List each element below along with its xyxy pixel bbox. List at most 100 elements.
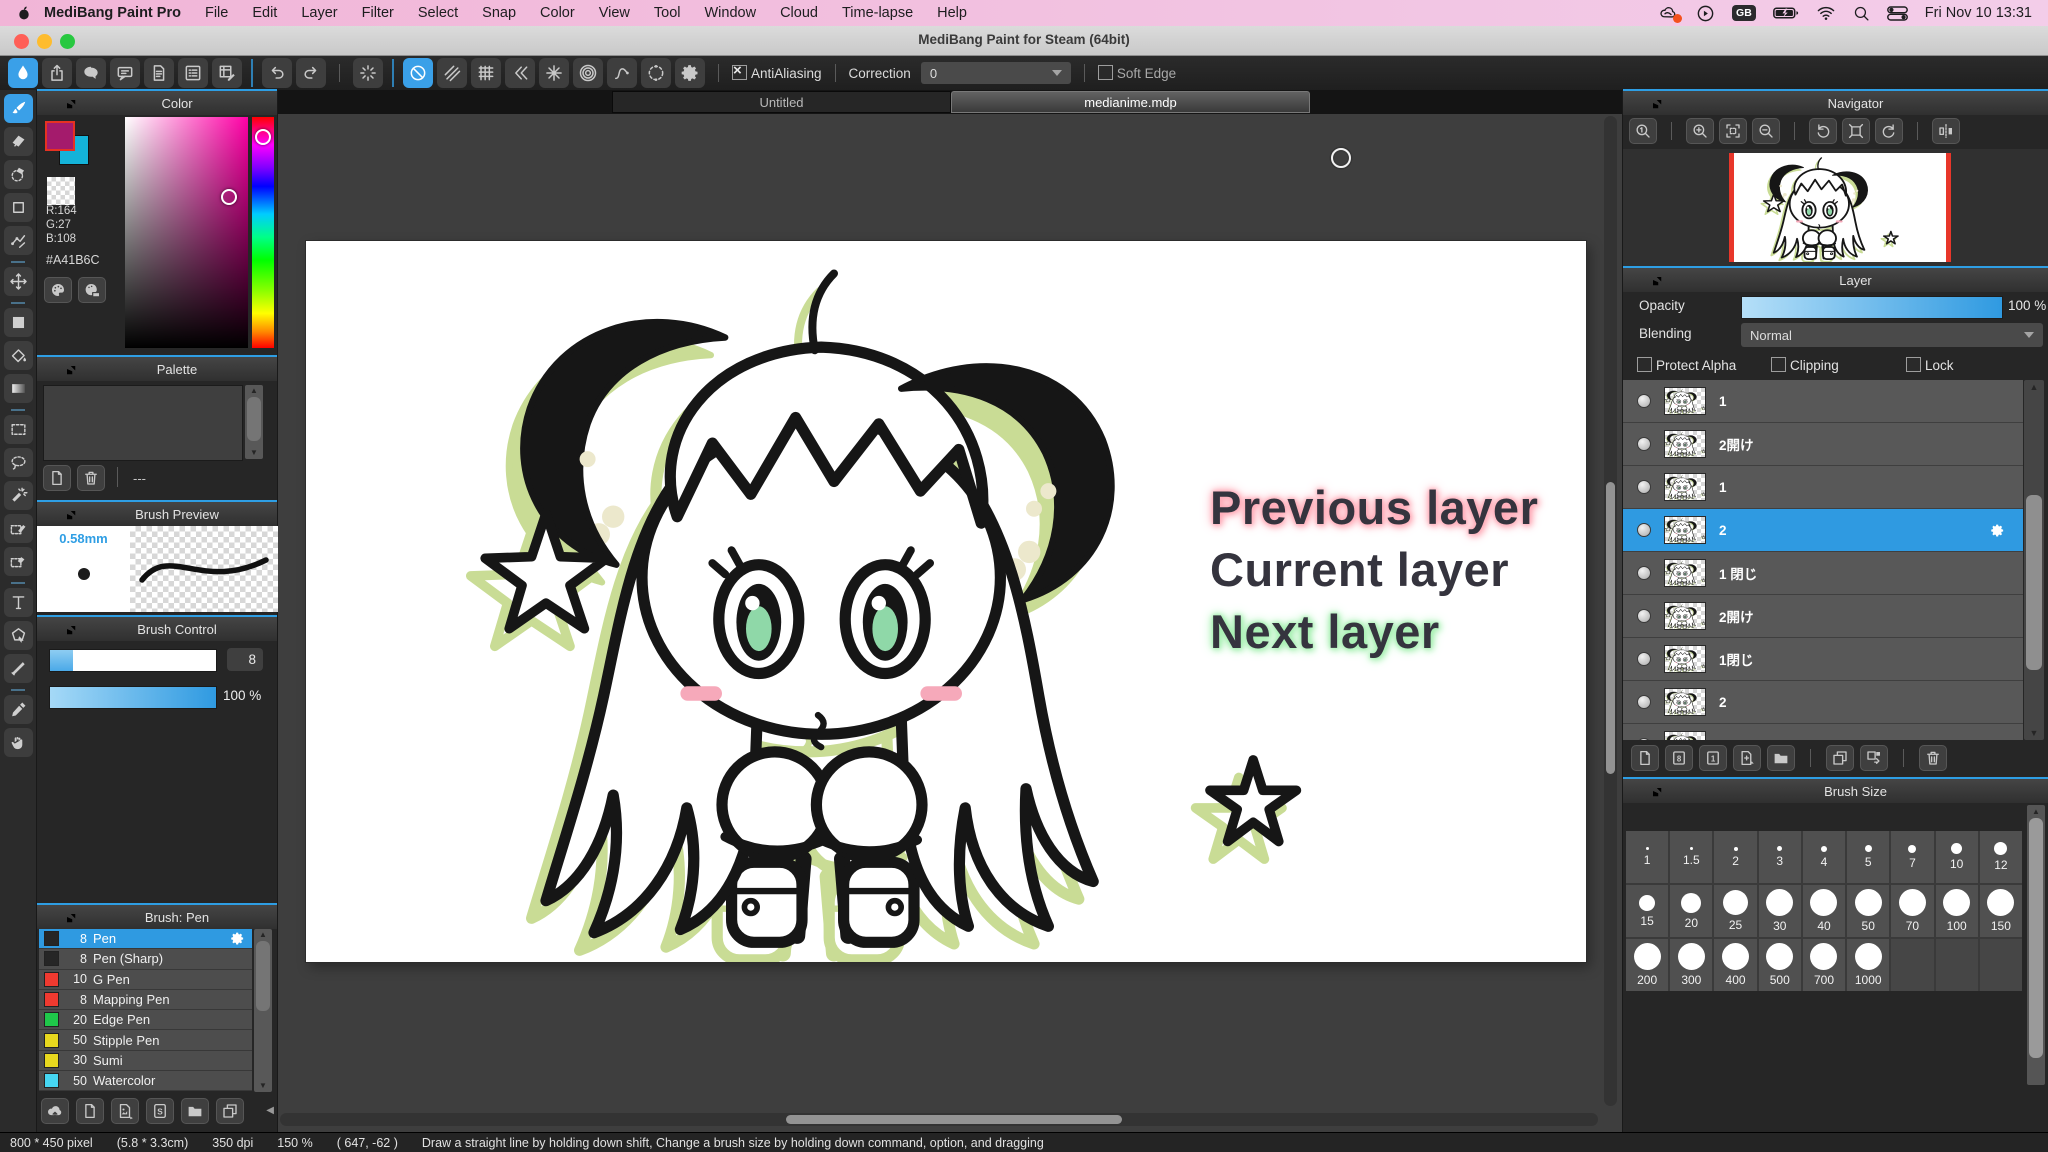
layer-settings-gear-icon[interactable] <box>1990 523 2005 538</box>
hue-slider[interactable] <box>252 117 274 348</box>
smudge-tool[interactable] <box>4 160 33 189</box>
chat-button[interactable] <box>76 58 106 88</box>
layer-row[interactable]: 1 <box>1623 380 2023 423</box>
close-icon[interactable] <box>44 363 56 375</box>
keyboard-layout-badge[interactable]: GB <box>1732 5 1756 21</box>
layer-row[interactable]: 1 閉じ <box>1623 552 2023 595</box>
fill-rect-tool[interactable] <box>4 308 33 337</box>
popout-icon[interactable] <box>64 508 76 520</box>
layer-visibility-dot[interactable] <box>1637 394 1651 408</box>
zoom-in-button[interactable] <box>1686 118 1714 144</box>
layer-8bit-button[interactable]: 8 <box>1665 745 1693 771</box>
brush-size-option[interactable]: 1.5 <box>1670 831 1712 883</box>
popout-icon[interactable] <box>1650 274 1662 286</box>
select-pen-tool[interactable] <box>4 514 33 543</box>
menu-item-time-lapse[interactable]: Time-lapse <box>830 5 925 21</box>
brush-settings-gear-icon[interactable] <box>230 931 245 946</box>
brush-size-option[interactable]: 1 <box>1626 831 1668 883</box>
brush-size-option[interactable]: 300 <box>1670 939 1712 991</box>
layer-opacity-slider[interactable] <box>1741 296 2003 319</box>
layer-visibility-dot[interactable] <box>1637 480 1651 494</box>
clipping-toggle[interactable]: Clipping <box>1771 357 1839 373</box>
layer-row[interactable]: 2 <box>1623 509 2023 552</box>
transparent-swatch[interactable] <box>47 177 75 205</box>
brush-size-option[interactable]: 400 <box>1714 939 1756 991</box>
antialiasing-toggle[interactable]: AntiAliasing <box>732 65 822 81</box>
popout-icon[interactable] <box>64 623 76 635</box>
close-icon[interactable] <box>1630 274 1642 286</box>
brush-row[interactable]: 20 Edge Pen <box>39 1010 252 1030</box>
lock-toggle[interactable]: Lock <box>1906 357 1954 373</box>
divide-tool[interactable] <box>4 654 33 683</box>
rotate-right-button[interactable] <box>1875 118 1903 144</box>
document-canvas[interactable]: Previous layer Current layer Next layer <box>306 241 1586 962</box>
snap-settings-button[interactable] <box>675 58 705 88</box>
new-layer-button[interactable] <box>1631 745 1659 771</box>
document-list-button[interactable] <box>178 58 208 88</box>
brush-size-option[interactable]: 700 <box>1803 939 1845 991</box>
blending-dropdown[interactable]: Normal <box>1741 323 2043 347</box>
brush-size-option[interactable]: 50 <box>1847 885 1889 937</box>
layer-list-scrollbar[interactable]: ▲ ▼ <box>2024 380 2044 740</box>
menu-item-color[interactable]: Color <box>528 5 587 21</box>
brush-size-option[interactable]: 20 <box>1670 885 1712 937</box>
brush-size-option[interactable]: 3 <box>1759 831 1801 883</box>
share-button[interactable] <box>42 58 72 88</box>
popout-icon[interactable] <box>1650 785 1662 797</box>
wifi-icon[interactable] <box>1816 5 1836 21</box>
brush-size-option[interactable]: 10 <box>1936 831 1978 883</box>
document-tab-1[interactable]: Untitled <box>612 91 951 113</box>
droplet-button[interactable] <box>8 58 38 88</box>
brush-size-option[interactable]: 100 <box>1936 885 1978 937</box>
undo-button[interactable] <box>262 58 292 88</box>
menu-item-window[interactable]: Window <box>692 5 768 21</box>
layer-visibility-dot[interactable] <box>1637 609 1651 623</box>
layer-row[interactable]: 2開け <box>1623 423 2023 466</box>
brush-opacity-slider[interactable] <box>49 686 217 709</box>
brush-size-option[interactable]: 40 <box>1803 885 1845 937</box>
battery-icon[interactable] <box>1773 6 1799 20</box>
layer-visibility-dot[interactable] <box>1637 566 1651 580</box>
brush-size-option[interactable]: 500 <box>1759 939 1801 991</box>
snap-parallel-button[interactable] <box>437 58 467 88</box>
add-layer-button[interactable] <box>1733 745 1761 771</box>
layer-1bit-button[interactable]: 1 <box>1699 745 1727 771</box>
menu-item-medibang-paint-pro[interactable]: MediBang Paint Pro <box>32 5 193 21</box>
window-title-bar[interactable]: MediBang Paint for Steam (64bit) <box>0 26 2048 56</box>
text-tool[interactable] <box>4 588 33 617</box>
layer-row[interactable]: 1 <box>1623 466 2023 509</box>
popout-icon[interactable] <box>64 911 76 923</box>
brush-size-option[interactable]: 25 <box>1714 885 1756 937</box>
shape-brush-tool[interactable] <box>4 193 33 222</box>
menu-item-select[interactable]: Select <box>406 5 470 21</box>
layer-visibility-dot[interactable] <box>1637 437 1651 451</box>
soft-edge-checkbox[interactable] <box>1098 65 1113 80</box>
brush-row[interactable]: 8 Mapping Pen <box>39 990 252 1010</box>
document-button[interactable] <box>144 58 174 88</box>
collapse-panel-arrow[interactable]: ◀ <box>266 1105 274 1116</box>
snap-ellipse-button[interactable] <box>641 58 671 88</box>
snap-vanishing-button[interactable] <box>505 58 535 88</box>
snap-curve-button[interactable] <box>607 58 637 88</box>
menu-item-tool[interactable]: Tool <box>642 5 693 21</box>
soft-edge-toggle[interactable]: Soft Edge <box>1098 65 1176 81</box>
brush-row[interactable]: 10 G Pen <box>39 970 252 990</box>
brush-size-option[interactable]: 1000 <box>1847 939 1889 991</box>
menu-item-layer[interactable]: Layer <box>289 5 349 21</box>
layer-row[interactable]: 1閉じ <box>1623 638 2023 681</box>
brush-size-option[interactable]: 5 <box>1847 831 1889 883</box>
close-icon[interactable] <box>44 623 56 635</box>
close-icon[interactable] <box>1630 785 1642 797</box>
navigator-thumbnail[interactable] <box>1729 153 1951 262</box>
hand-tool[interactable] <box>4 728 33 757</box>
brush-row[interactable]: 30 Sumi <box>39 1051 252 1071</box>
palette-add-button[interactable] <box>44 277 72 303</box>
comment-button[interactable] <box>110 58 140 88</box>
document-tab-2[interactable]: medianime.mdp <box>951 91 1310 113</box>
fit-screen-button[interactable] <box>1719 118 1747 144</box>
foreground-color-swatch[interactable] <box>45 121 75 151</box>
brush-size-scrollbar[interactable]: ▲ <box>2027 805 2045 1085</box>
close-icon[interactable] <box>44 911 56 923</box>
brush-size-slider[interactable] <box>49 649 217 672</box>
brush-row[interactable]: 8 Pen (Sharp) <box>39 949 252 969</box>
